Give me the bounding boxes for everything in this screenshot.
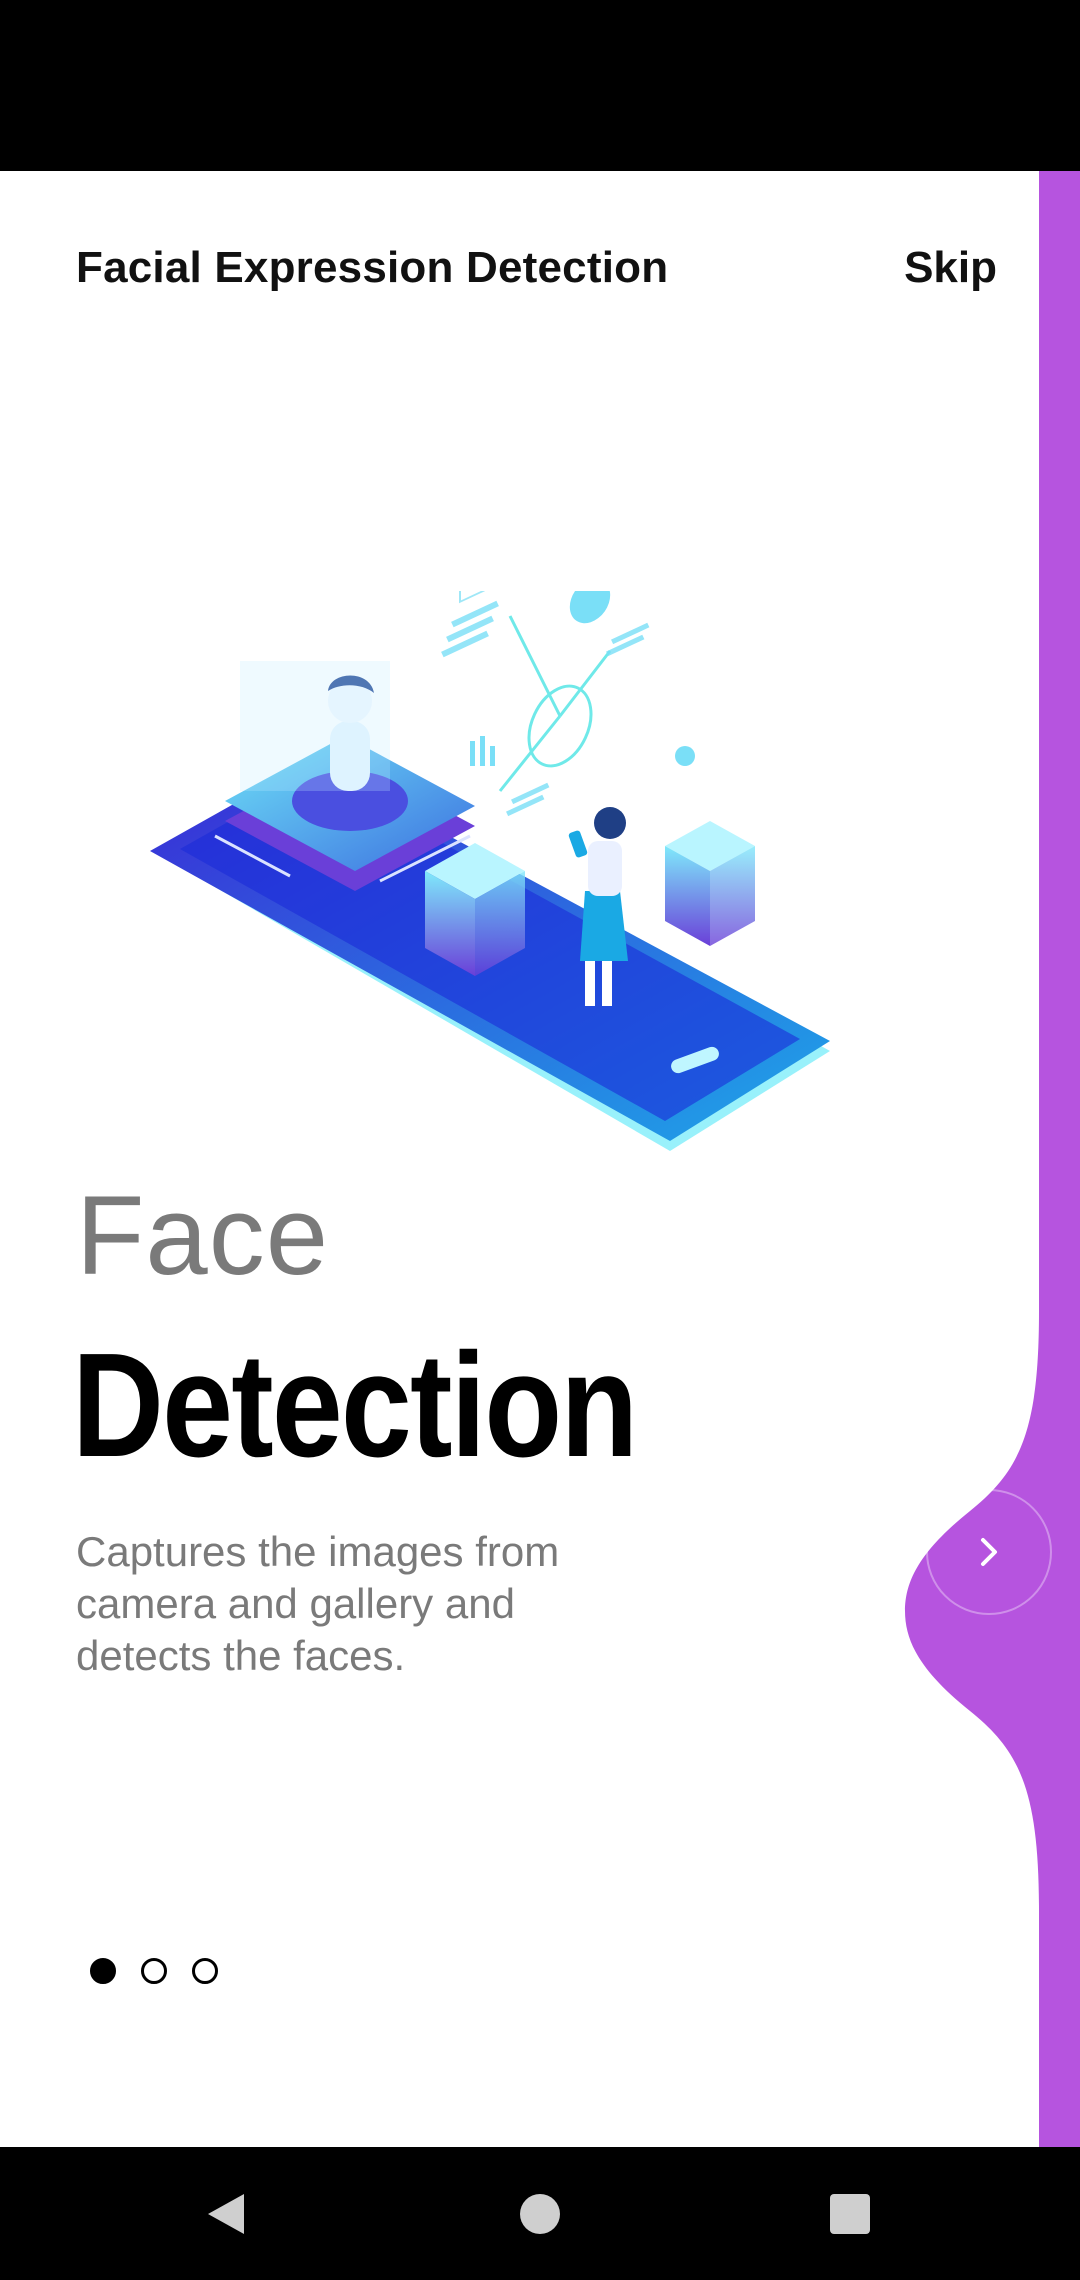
onboarding-screen: Facial Expression Detection Skip Face De… xyxy=(0,171,1080,2147)
recents-square-icon[interactable] xyxy=(829,2193,871,2235)
back-triangle-icon[interactable] xyxy=(204,2190,248,2238)
system-nav-bar xyxy=(0,2147,1080,2280)
chevron-right-icon xyxy=(981,1538,997,1566)
accent-wave xyxy=(905,1311,1080,2011)
next-button[interactable] xyxy=(926,1489,1052,1615)
page-dot-1[interactable] xyxy=(90,1958,116,1984)
onboarding-description: Captures the images from camera and gall… xyxy=(76,1528,560,1679)
page-indicator xyxy=(90,1958,218,1984)
status-bar xyxy=(0,0,1080,171)
page-dot-3[interactable] xyxy=(192,1958,218,1984)
home-circle-icon[interactable] xyxy=(518,2192,562,2236)
onboarding-heading-light: Face xyxy=(76,1173,329,1298)
app-title: Facial Expression Detection xyxy=(76,243,669,292)
face-detection-illustration xyxy=(150,591,830,1151)
page-dot-2[interactable] xyxy=(141,1958,167,1984)
onboarding-heading-bold: Detection xyxy=(72,1323,638,1488)
skip-button[interactable]: Skip xyxy=(904,243,997,293)
phone-frame: Facial Expression Detection Skip Face De… xyxy=(0,0,1080,2280)
